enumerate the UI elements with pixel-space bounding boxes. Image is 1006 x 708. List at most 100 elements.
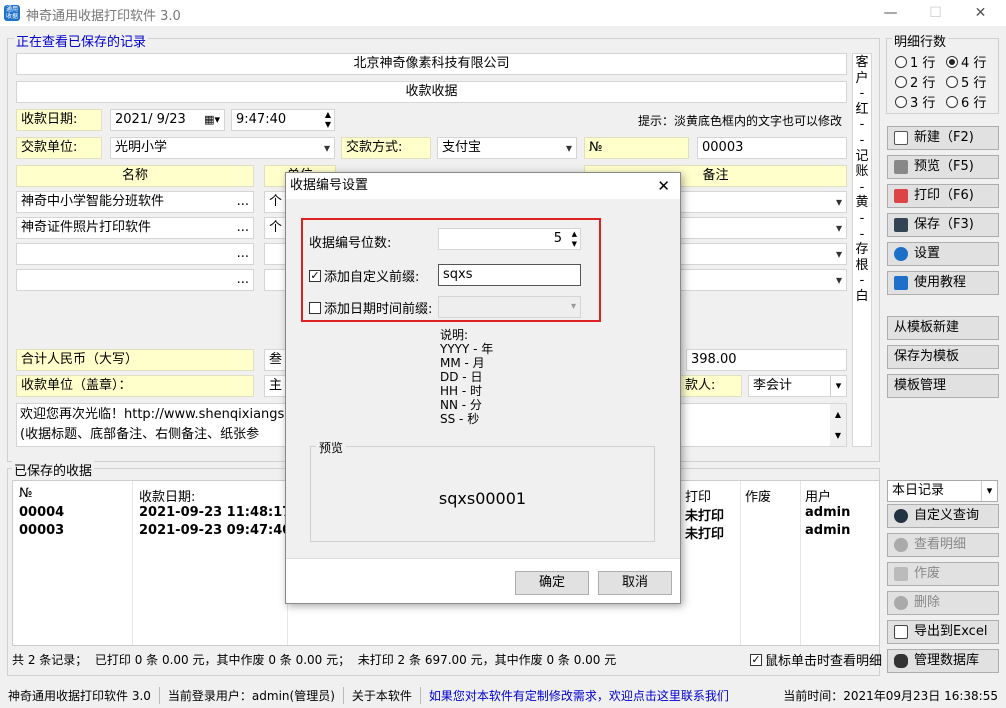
custom-prefix-checkbox[interactable]: ✓ 添加自定义前缀:	[309, 266, 419, 285]
item-name-2[interactable]: ...	[16, 243, 254, 265]
click-detail-checkbox[interactable]: ✓ 鼠标单击时查看明细	[750, 650, 882, 669]
preview-label: 预览	[316, 439, 347, 456]
print-button[interactable]: 打印（F6)	[887, 184, 999, 208]
maximize-button: ☐	[929, 5, 942, 21]
col-name[interactable]: 名称	[16, 165, 254, 187]
side-note[interactable]: 客户-红--记账-黄--存根-白	[852, 53, 872, 447]
rows-opt-2[interactable]: 2 行	[895, 72, 935, 91]
item-name-1[interactable]: 神奇证件照片打印软件...	[16, 217, 254, 239]
rows-opt-3[interactable]: 3 行	[895, 92, 935, 111]
status-app: 神奇通用收据打印软件 3.0	[0, 686, 160, 704]
hdr-user[interactable]: 用户	[805, 486, 831, 505]
database-icon	[894, 654, 908, 668]
method-select[interactable]: 支付宝	[437, 137, 577, 159]
method-label[interactable]: 交款方式:	[341, 137, 431, 159]
no-field[interactable]: 00003	[697, 137, 847, 159]
item-name-0[interactable]: 神奇中小学智能分班软件...	[16, 191, 254, 213]
settings-button[interactable]: 设置	[887, 242, 999, 266]
payer-select[interactable]: 光明小学	[110, 137, 335, 159]
spin-icon[interactable]: ▲ ▼	[325, 110, 331, 130]
total-label[interactable]: 合计人民币（大写）	[16, 349, 254, 371]
void-button[interactable]: 作废	[887, 562, 999, 586]
payee-label[interactable]: 款人:	[680, 375, 742, 397]
close-window-button[interactable]: ✕	[958, 0, 1003, 26]
delete-icon	[894, 596, 908, 610]
export-icon	[894, 625, 908, 639]
rows-group-title: 明细行数	[892, 31, 949, 50]
time-picker[interactable]: 9:47:40 ▲ ▼	[231, 109, 335, 131]
hdr-no[interactable]: №	[19, 486, 33, 501]
new-button[interactable]: 新建（F2)	[887, 126, 999, 150]
from-template-button[interactable]: 从模板新建	[887, 316, 999, 340]
view-detail-button[interactable]: 查看明细	[887, 533, 999, 557]
doc-title-field[interactable]: 收款收据	[16, 81, 847, 103]
item-note-0[interactable]	[680, 191, 847, 213]
dialog-close-icon[interactable]: ✕	[657, 173, 670, 199]
printer-icon	[894, 160, 908, 174]
status-custom-link[interactable]: 如果您对本软件有定制修改需求，欢迎点击这里联系我们	[421, 687, 737, 704]
preview-button[interactable]: 预览（F5)	[887, 155, 999, 179]
rows-opt-4[interactable]: 4 行	[946, 52, 986, 71]
hdr-date[interactable]: 收款日期:	[139, 486, 195, 505]
date-prefix-select[interactable]: ▾	[438, 296, 581, 318]
window-title: 神奇通用收据打印软件 3.0	[26, 9, 181, 24]
digits-label: 收据编号位数:	[309, 236, 392, 251]
number-settings-dialog: 收据编号设置 ✕ 收据编号位数: 5 ▲ ▼ ✓ 添加自定义前缀: sqxs 添加日期时…	[285, 172, 681, 604]
date-label[interactable]: 收款日期:	[16, 109, 102, 131]
payee-select[interactable]: 李会计 ▾	[748, 375, 847, 397]
summary-text: 共 2 条记录； 已打印 0 条 0.00 元，其中作废 0 条 0.00 元；…	[12, 653, 617, 667]
delete-button[interactable]: 删除	[887, 591, 999, 615]
filter-select[interactable]: 本日记录 ▾	[887, 480, 998, 502]
tutorial-button[interactable]: 使用教程	[887, 271, 999, 295]
book-icon	[894, 276, 908, 290]
status-user: 当前登录用户：admin(管理员)	[160, 686, 344, 704]
dialog-titlebar: 收据编号设置 ✕	[286, 173, 680, 199]
export-button[interactable]: 导出到Excel	[887, 620, 999, 644]
new-doc-icon	[894, 131, 908, 145]
item-name-3[interactable]: ...	[16, 269, 254, 291]
digits-stepper[interactable]: 5 ▲ ▼	[438, 228, 581, 250]
prefix-input[interactable]: sqxs	[438, 264, 581, 286]
date-picker[interactable]: 2021/ 9/23 ▦▾	[110, 109, 225, 131]
hdr-void[interactable]: 作废	[745, 486, 771, 505]
save-template-button[interactable]: 保存为模板	[887, 345, 999, 369]
status-time: 当前时间：2021年09月23日 16:38:55	[783, 688, 998, 703]
ok-button[interactable]: 确定	[515, 571, 589, 595]
company-field[interactable]: 北京神奇像素科技有限公司	[16, 53, 847, 75]
custom-query-button[interactable]: 自定义查询	[887, 504, 999, 528]
main-window: 正在查看已保存的记录 北京神奇像素科技有限公司 收款收据 收款日期: 2021/…	[0, 26, 1006, 708]
manage-db-button[interactable]: 管理数据库	[887, 649, 999, 673]
time-value: 9:47:40	[236, 112, 287, 127]
status-about[interactable]: 关于本软件	[344, 686, 421, 704]
receiver-label[interactable]: 收款单位（盖章）：	[16, 375, 254, 397]
calendar-icon[interactable]: ▦▾	[204, 110, 220, 130]
hdr-print[interactable]: 打印	[685, 486, 711, 505]
item-note-1[interactable]	[680, 217, 847, 239]
save-button[interactable]: 保存（F3)	[887, 213, 999, 237]
gear-icon	[894, 247, 908, 261]
item-note-3[interactable]	[680, 269, 847, 291]
hint-text: 提示：淡黄底色框内的文字也可以修改	[638, 114, 843, 128]
payer-label[interactable]: 交款单位:	[16, 137, 102, 159]
rows-opt-1[interactable]: 1 行	[895, 52, 935, 71]
no-label[interactable]: №	[584, 137, 689, 159]
floppy-icon	[894, 218, 908, 232]
rows-opt-5[interactable]: 5 行	[946, 72, 986, 91]
date-prefix-checkbox[interactable]: 添加日期时间前缀:	[309, 298, 432, 317]
total-value[interactable]: 398.00	[686, 349, 847, 371]
minimize-button[interactable]: —	[868, 0, 913, 26]
cancel-button[interactable]: 取消	[598, 571, 672, 595]
preview-value: sqxs00001	[438, 489, 527, 508]
item-note-2[interactable]	[680, 243, 847, 265]
print-icon	[894, 189, 908, 203]
search-icon	[894, 509, 908, 523]
title-bar: 通用收据 神奇通用收据打印软件 3.0 — ☐ ✕	[0, 0, 1006, 26]
app-icon: 通用收据	[4, 5, 20, 21]
method-value: 支付宝	[442, 140, 482, 155]
date-value: 2021/ 9/23	[115, 112, 186, 127]
manage-template-button[interactable]: 模板管理	[887, 374, 999, 398]
magnifier-icon	[894, 538, 908, 552]
rows-opt-6[interactable]: 6 行	[946, 92, 986, 111]
status-bar: 神奇通用收据打印软件 3.0 当前登录用户：admin(管理员) 关于本软件 如…	[0, 682, 1006, 708]
footer-scrollbar[interactable]: ▲ ▼	[830, 404, 846, 446]
